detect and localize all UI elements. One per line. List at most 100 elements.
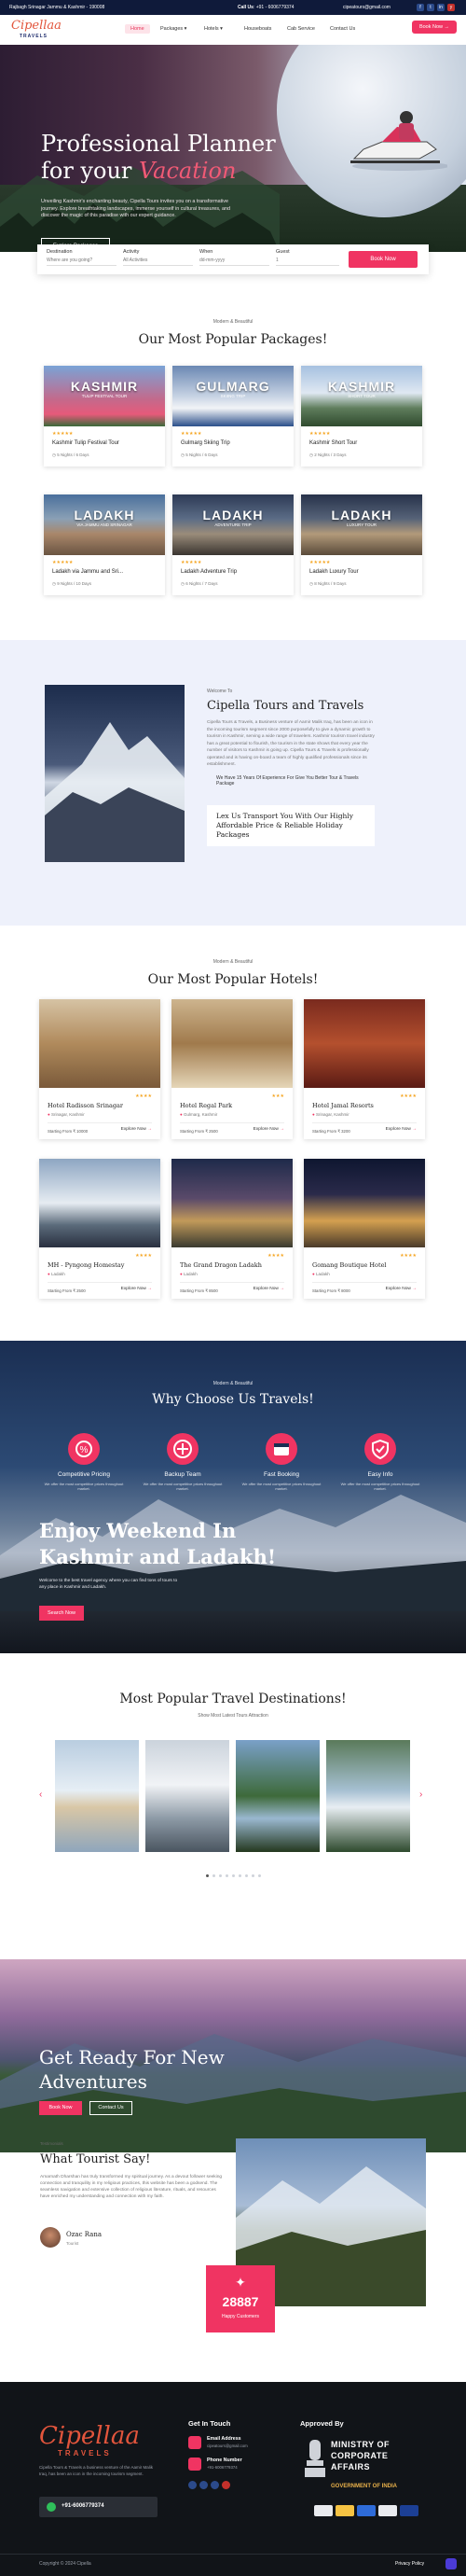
package-card[interactable]: LADAKH VIA JAMMU AND SRINAGAR ★★★★★ Lada… bbox=[44, 494, 165, 595]
hotel-name[interactable]: The Grand Dragon Ladakh bbox=[180, 1261, 262, 1269]
package-name[interactable]: Ladakh via Jammu and Sri... bbox=[52, 569, 123, 575]
package-name[interactable]: Gulmarg Skiing Trip bbox=[181, 440, 230, 446]
carousel-dot[interactable] bbox=[218, 1874, 222, 1877]
carousel-dot[interactable] bbox=[231, 1874, 235, 1877]
search-now-button[interactable]: Search Now bbox=[39, 1606, 84, 1621]
explore-now-link[interactable]: Explore Now → bbox=[386, 1287, 417, 1291]
carousel-dot[interactable] bbox=[238, 1874, 241, 1877]
package-card[interactable]: KASHMIR SHORT TOUR ★★★★★ Kashmir Short T… bbox=[301, 366, 422, 466]
nav-hotels[interactable]: Hotels ▾ bbox=[204, 26, 223, 32]
shield-check-icon bbox=[364, 1433, 396, 1465]
package-name[interactable]: Ladakh Adventure Trip bbox=[181, 569, 237, 575]
destination-image[interactable] bbox=[326, 1740, 410, 1852]
footer-logo-script[interactable]: Cipellaa bbox=[39, 2422, 140, 2450]
date-input[interactable]: dd-mm-yyyy bbox=[199, 258, 269, 266]
destination-image[interactable] bbox=[55, 1740, 139, 1852]
package-card[interactable]: LADAKH ADVENTURE TRIP ★★★★★ Ladakh Adven… bbox=[172, 494, 294, 595]
price-prefix: Starting From bbox=[180, 1288, 205, 1293]
about-section: Welcome To Cipella Tours and Travels Cip… bbox=[0, 640, 466, 926]
youtube-icon[interactable]: y bbox=[447, 4, 455, 11]
package-name[interactable]: Kashmir Tulip Festival Tour bbox=[52, 440, 119, 446]
facebook-icon[interactable] bbox=[188, 2481, 197, 2489]
carousel-dot[interactable] bbox=[212, 1874, 215, 1877]
guest-select[interactable]: 1 bbox=[276, 258, 339, 266]
hotel-card[interactable]: ★★★★ Hotel Jamal Resorts ● Srinagar, Kas… bbox=[304, 999, 425, 1139]
destination-image[interactable] bbox=[236, 1740, 320, 1852]
explore-now-link[interactable]: Explore Now → bbox=[254, 1287, 284, 1291]
package-name[interactable]: Kashmir Short Tour bbox=[309, 440, 357, 446]
feature-desc: We offer the most competitive prices thr… bbox=[241, 1482, 322, 1491]
linkedin-icon[interactable] bbox=[211, 2481, 219, 2489]
search-book-now-button[interactable]: Book Now bbox=[349, 251, 418, 268]
footer-phone[interactable]: +91-6006779374 bbox=[62, 2503, 104, 2509]
nav-home[interactable]: Home bbox=[125, 24, 150, 34]
facebook-icon[interactable]: f bbox=[417, 4, 424, 11]
nav-book-now-button[interactable]: Book Now → bbox=[412, 21, 457, 34]
hotel-name[interactable]: Hotel Radisson Srinagar bbox=[48, 1102, 123, 1109]
why-eyebrow: Modern & Beautiful bbox=[212, 1381, 254, 1386]
footer-phone-box[interactable]: +91-6006779374 bbox=[39, 2497, 158, 2517]
hotel-location: ● Ladakh bbox=[180, 1272, 198, 1276]
carousel-dot[interactable] bbox=[251, 1874, 254, 1877]
package-duration: ◷ 2 Nights / 3 Days bbox=[309, 453, 347, 457]
approved-by-title: Approved By bbox=[300, 2419, 344, 2428]
destination-image[interactable] bbox=[145, 1740, 229, 1852]
privacy-policy-link[interactable]: Privacy Policy bbox=[395, 2561, 424, 2567]
carousel-dot[interactable] bbox=[244, 1874, 248, 1877]
explore-now-link[interactable]: Explore Now → bbox=[254, 1127, 284, 1132]
adventure-contact-button[interactable]: Contact Us bbox=[89, 2101, 132, 2115]
hotel-location: ● Srinagar, Kashmir bbox=[48, 1112, 85, 1117]
carousel-next-button[interactable]: › bbox=[419, 1789, 422, 1800]
linkedin-icon[interactable]: in bbox=[437, 4, 445, 11]
hotel-location: ● Srinagar, Kashmir bbox=[312, 1112, 350, 1117]
explore-now-link[interactable]: Explore Now → bbox=[121, 1127, 152, 1132]
explore-now-link[interactable]: Explore Now → bbox=[386, 1127, 417, 1132]
hotel-location-text: Ladakh bbox=[315, 1272, 330, 1276]
package-card[interactable]: KASHMIR TULIP FESTIVAL TOUR ★★★★★ Kashmi… bbox=[44, 366, 165, 466]
package-card[interactable]: LADAKH LUXURY TOUR ★★★★★ Ladakh Luxury T… bbox=[301, 494, 422, 595]
activity-field[interactable]: Activity All Activities bbox=[123, 249, 193, 266]
call-info[interactable]: Call Us: +91 - 6006779374 bbox=[238, 5, 294, 10]
email-link[interactable]: cipeatours@gmail.com bbox=[343, 5, 391, 10]
carousel-dot[interactable] bbox=[257, 1874, 261, 1877]
activity-select[interactable]: All Activities bbox=[123, 258, 193, 266]
hotel-card[interactable]: ★★★★ MH - Pyngong Homestay ● Ladakh Star… bbox=[39, 1159, 160, 1299]
price-value: ₹ 3200 bbox=[337, 1129, 350, 1134]
hotel-card[interactable]: ★★★★ Gomang Boutique Hotel ● Ladakh Star… bbox=[304, 1159, 425, 1299]
packages-eyebrow: Modern & Beautiful bbox=[212, 319, 254, 325]
carousel-prev-button[interactable]: ‹ bbox=[39, 1789, 42, 1800]
nav-packages[interactable]: Packages ▾ bbox=[160, 26, 186, 32]
hotel-card[interactable]: ★★★★ The Grand Dragon Ladakh ● Ladakh St… bbox=[171, 1159, 293, 1299]
hotel-card[interactable]: ★★★ Hotel Regal Park ● Gulmarg, Kashmir … bbox=[171, 999, 293, 1139]
adventure-book-button[interactable]: Book Now bbox=[39, 2101, 82, 2115]
carousel-dot[interactable] bbox=[225, 1874, 228, 1877]
package-banner: KASHMIR bbox=[327, 379, 396, 394]
hotel-name[interactable]: Hotel Regal Park bbox=[180, 1102, 232, 1109]
twitter-icon[interactable]: t bbox=[427, 4, 434, 11]
package-name[interactable]: Ladakh Luxury Tour bbox=[309, 569, 359, 575]
footer-phone-number[interactable]: +91-6006779374 bbox=[207, 2465, 238, 2470]
brand-logo[interactable]: Cipellaa TRAVELS bbox=[11, 19, 62, 41]
destination-input[interactable]: Where are you going? bbox=[47, 258, 116, 266]
twitter-icon[interactable] bbox=[199, 2481, 208, 2489]
hotel-name[interactable]: Gomang Boutique Hotel bbox=[312, 1261, 387, 1269]
hotel-name[interactable]: Hotel Jamal Resorts bbox=[312, 1102, 374, 1109]
package-card[interactable]: GULMARG SKIING TRIP ★★★★★ Gulmarg Skiing… bbox=[172, 366, 294, 466]
scroll-to-top-button[interactable] bbox=[445, 2558, 457, 2569]
footer-email[interactable]: cipeatours@gmail.com bbox=[207, 2444, 248, 2448]
carousel-dot[interactable] bbox=[205, 1874, 209, 1877]
hotel-name[interactable]: MH - Pyngong Homestay bbox=[48, 1261, 124, 1269]
top-phone[interactable]: +91 - 6006779374 bbox=[256, 5, 295, 10]
package-duration-text: 8 Nights / 9 Days bbox=[314, 581, 347, 586]
youtube-icon[interactable] bbox=[222, 2481, 230, 2489]
nav-houseboats[interactable]: Houseboats bbox=[244, 26, 271, 32]
guest-field[interactable]: Guest 1 bbox=[276, 249, 339, 266]
destination-field[interactable]: Destination Where are you going? bbox=[47, 249, 116, 266]
nav-cab-service[interactable]: Cab Service bbox=[287, 26, 315, 32]
nav-contact[interactable]: Contact Us bbox=[330, 26, 355, 32]
about-quote: We Have 15 Years Of Experience For Give … bbox=[216, 775, 359, 787]
when-field[interactable]: When dd-mm-yyyy bbox=[199, 249, 269, 266]
hotel-card[interactable]: ★★★★ Hotel Radisson Srinagar ● Srinagar,… bbox=[39, 999, 160, 1139]
package-duration: ◷ 6 Nights / 7 Days bbox=[181, 581, 218, 586]
explore-now-link[interactable]: Explore Now → bbox=[121, 1287, 152, 1291]
